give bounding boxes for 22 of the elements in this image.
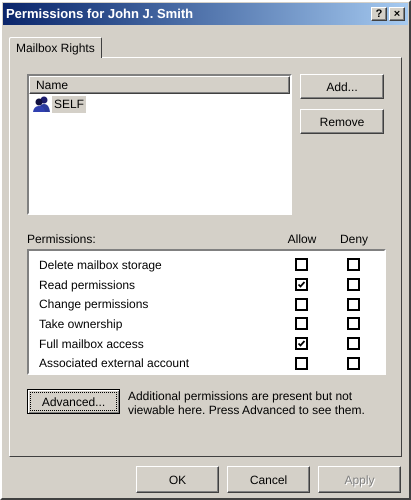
tab[interactable]: Mailbox Rights [9, 37, 102, 58]
permission-name: Associated external account [38, 355, 190, 372]
permission-name: Delete mailbox storage [38, 256, 163, 274]
add-button[interactable]: Add... [300, 74, 384, 99]
column-heading: Allow [286, 231, 318, 248]
advanced-note: Additional permissions are present but not viewable here. Press Advanced to see them. [128, 389, 366, 417]
advanced-button[interactable]: Advanced... [27, 389, 120, 414]
remove-button[interactable]: Remove [300, 109, 384, 134]
permission-name: Read permissions [38, 276, 136, 294]
cancel-button[interactable]: Cancel [227, 466, 310, 493]
help-button[interactable]: ? [371, 7, 387, 21]
ok-button[interactable]: OK [136, 466, 219, 493]
column-header[interactable]: Name [29, 76, 290, 94]
permission-name: Take ownership [38, 316, 124, 333]
account-list[interactable]: Name SELF [27, 74, 292, 215]
permissions-label: Permissions: [27, 231, 97, 248]
account-item[interactable]: SELF [52, 96, 86, 112]
permission-name: Change permissions [38, 296, 150, 314]
permission-name: Full mailbox access [38, 336, 145, 353]
close-button[interactable]: × [389, 7, 405, 21]
column-heading: Deny [338, 231, 369, 248]
window-title: Permissions for John J. Smith [6, 5, 194, 24]
